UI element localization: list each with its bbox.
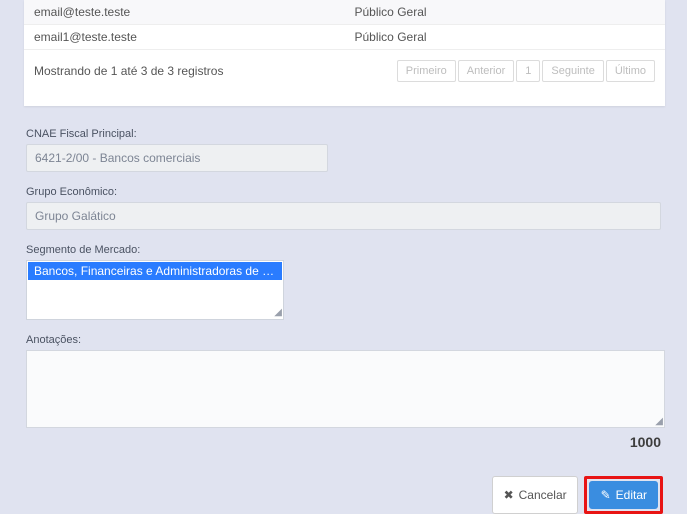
resize-handle-icon[interactable]: ◢ (653, 416, 663, 426)
table-row: email1@teste.teste Público Geral (24, 25, 665, 50)
cancel-button-label: Cancelar (519, 488, 567, 502)
segmento-selected-option: Bancos, Financeiras e Administradoras de… (28, 262, 282, 280)
resize-handle-icon[interactable]: ◢ (272, 308, 282, 318)
form-area: CNAE Fiscal Principal: 6421-2/00 - Banco… (0, 106, 687, 514)
pager-last[interactable]: Último (606, 60, 655, 82)
pager: Primeiro Anterior 1 Seguinte Último (397, 60, 655, 82)
segmento-select[interactable]: Bancos, Financeiras e Administradoras de… (26, 260, 284, 320)
cell-perfil: Público Geral (345, 0, 666, 25)
top-panel: email@teste.teste Público Geral email1@t… (24, 0, 665, 106)
cell-email: email@teste.teste (24, 0, 345, 25)
cell-email: email1@teste.teste (24, 25, 345, 50)
cnae-field: 6421-2/00 - Bancos comerciais (26, 144, 328, 172)
action-bar: ✖ Cancelar ✎ Editar (4, 476, 663, 514)
close-icon: ✖ (503, 488, 515, 502)
pager-prev[interactable]: Anterior (458, 60, 515, 82)
table-footer: Mostrando de 1 até 3 de 3 registros Prim… (24, 50, 665, 88)
edit-icon: ✎ (600, 488, 612, 502)
pager-first[interactable]: Primeiro (397, 60, 456, 82)
segmento-label: Segmento de Mercado: (4, 244, 687, 256)
edit-button[interactable]: ✎ Editar (589, 481, 658, 509)
grupo-label: Grupo Econômico: (4, 186, 687, 198)
anotacoes-textarea[interactable]: ◢ (26, 350, 665, 428)
edit-button-label: Editar (616, 488, 647, 502)
pager-page[interactable]: 1 (516, 60, 540, 82)
anotacoes-label: Anotações: (4, 334, 687, 346)
pager-next[interactable]: Seguinte (542, 60, 603, 82)
table-info: Mostrando de 1 até 3 de 3 registros (34, 64, 223, 78)
char-counter: 1000 (4, 434, 661, 450)
table-row: email@teste.teste Público Geral (24, 0, 665, 25)
user-table: email@teste.teste Público Geral email1@t… (24, 0, 665, 50)
cnae-label: CNAE Fiscal Principal: (4, 128, 687, 140)
edit-button-highlight: ✎ Editar (584, 476, 663, 514)
cell-perfil: Público Geral (345, 25, 666, 50)
cancel-button[interactable]: ✖ Cancelar (492, 476, 578, 514)
grupo-field: Grupo Galático (26, 202, 661, 230)
